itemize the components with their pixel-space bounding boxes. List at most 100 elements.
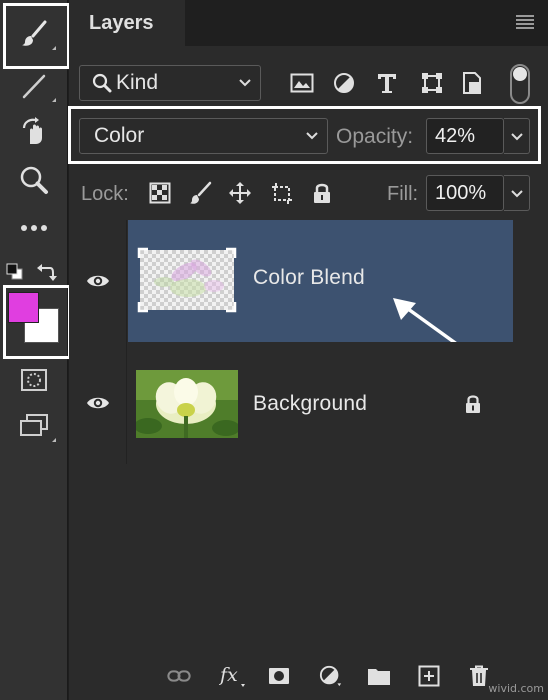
shape-icon — [422, 73, 442, 93]
layer-lock-icon — [466, 395, 480, 413]
visibility-toggle[interactable] — [69, 220, 127, 342]
layer-style-button[interactable]: fx — [219, 664, 249, 688]
adjustment-layer-button[interactable] — [319, 664, 343, 688]
foreground-color-swatch[interactable] — [8, 292, 39, 323]
mask-icon — [269, 668, 289, 684]
layer-thumbnail — [136, 246, 238, 314]
chevron-down-icon — [239, 79, 251, 87]
color-blend-thumbnail-image — [137, 247, 237, 313]
lock-all-button[interactable] — [309, 180, 335, 206]
filter-toggle-switch[interactable] — [510, 64, 530, 104]
layers-list: Color Blend Background — [69, 220, 513, 465]
line-tool[interactable] — [8, 66, 60, 106]
magnifier-icon — [20, 166, 48, 194]
panel-tab-bar: Layers — [69, 0, 548, 46]
layer-row-background[interactable]: Background — [69, 342, 513, 464]
default-colors-button[interactable] — [6, 263, 24, 281]
ellipsis-icon — [21, 225, 47, 231]
checkerboard-icon — [149, 182, 171, 204]
rotate-view-tool[interactable] — [8, 112, 60, 152]
opacity-value: 42% — [435, 124, 476, 147]
link-icon — [167, 670, 191, 682]
pixel-filter-button[interactable] — [289, 70, 315, 96]
folder-icon — [368, 669, 390, 685]
filter-kind-dropdown[interactable]: Kind — [79, 65, 261, 101]
tool-group-indicator — [52, 438, 56, 442]
lock-position-button[interactable] — [227, 180, 253, 206]
default-colors-icon — [6, 263, 23, 280]
fill-value: 100% — [435, 181, 487, 204]
smart-object-filter-button[interactable] — [459, 70, 485, 96]
search-icon — [92, 73, 112, 93]
swap-arrow-icon — [37, 264, 57, 281]
type-icon — [378, 74, 396, 93]
fill-dropdown-button[interactable] — [504, 175, 530, 211]
shape-filter-button[interactable] — [419, 70, 445, 96]
new-layer-button[interactable] — [417, 664, 441, 688]
move-arrows-icon — [229, 182, 251, 204]
quick-mask-icon — [21, 369, 47, 391]
half-circle-icon — [319, 665, 342, 687]
fill-label: Fill: — [387, 183, 419, 205]
image-icon — [290, 73, 314, 93]
add-mask-button[interactable] — [267, 664, 291, 688]
lock-artboard-button[interactable] — [269, 180, 295, 206]
layer-content[interactable]: Background — [128, 342, 513, 464]
lock-transparent-pixels-button[interactable] — [147, 180, 173, 206]
chevron-down-icon — [511, 190, 523, 198]
opacity-label: Opacity: — [336, 125, 414, 148]
zoom-tool[interactable] — [8, 160, 60, 200]
tab-layers-label: Layers — [89, 11, 154, 34]
chevron-down-icon — [306, 132, 318, 140]
trash-icon — [470, 665, 488, 686]
rotate-hand-icon — [22, 117, 42, 144]
watermark-text: wivid.com — [488, 682, 544, 695]
artboard-icon — [272, 183, 292, 204]
tools-toolbar — [0, 0, 71, 700]
layers-scrollbar[interactable] — [513, 220, 548, 465]
lotus-photo-thumbnail — [134, 370, 240, 438]
tool-group-indicator — [52, 98, 56, 102]
fx-icon: fx — [219, 664, 245, 687]
blend-mode-value: Color — [94, 124, 145, 147]
line-icon — [22, 74, 46, 99]
type-filter-button[interactable] — [374, 70, 400, 96]
opacity-input[interactable]: 42% — [426, 118, 504, 154]
fill-input[interactable]: 100% — [426, 175, 504, 211]
panel-menu-icon[interactable] — [516, 15, 534, 29]
padlock-icon — [314, 183, 330, 203]
lock-image-pixels-button[interactable] — [187, 180, 213, 206]
layers-panel: Layers Kind Color Opacity: 42% Lock: Fil… — [68, 0, 548, 700]
adjustment-filter-button[interactable] — [331, 70, 357, 96]
lock-label: Lock: — [81, 183, 129, 205]
visibility-toggle[interactable] — [69, 342, 127, 464]
half-circle-icon — [334, 73, 354, 93]
layers-bottom-bar: fx wivid.com — [69, 650, 548, 700]
tab-layers[interactable]: Layers — [69, 0, 185, 46]
smart-object-icon — [463, 72, 481, 94]
layer-name: Color Blend — [253, 266, 365, 289]
swap-colors-button[interactable] — [36, 262, 58, 282]
layer-name: Background — [253, 392, 368, 415]
add-icon — [418, 665, 440, 687]
screen-mode-button[interactable] — [8, 406, 60, 446]
layer-content-selected[interactable]: Color Blend — [128, 220, 513, 370]
brush-icon — [190, 181, 212, 204]
screen-mode-icon — [20, 414, 48, 436]
layer-thumbnail — [134, 370, 240, 438]
new-group-button[interactable] — [367, 664, 391, 688]
chevron-down-icon — [511, 133, 523, 141]
delete-layer-button[interactable] — [467, 664, 491, 688]
filter-kind-label: Kind — [116, 71, 159, 94]
link-layers-button[interactable] — [167, 664, 191, 688]
svg-text:fx: fx — [219, 664, 238, 686]
opacity-dropdown-button[interactable] — [504, 118, 530, 154]
eye-icon — [86, 275, 109, 287]
more-tools-button[interactable] — [8, 208, 60, 248]
quick-mask-button[interactable] — [8, 360, 60, 400]
brush-tool-highlight — [3, 3, 70, 69]
toggle-knob — [513, 67, 527, 81]
layer-row-color-blend[interactable]: Color Blend — [69, 220, 513, 370]
eye-icon — [86, 397, 109, 409]
blend-mode-dropdown[interactable]: Color — [79, 118, 328, 154]
